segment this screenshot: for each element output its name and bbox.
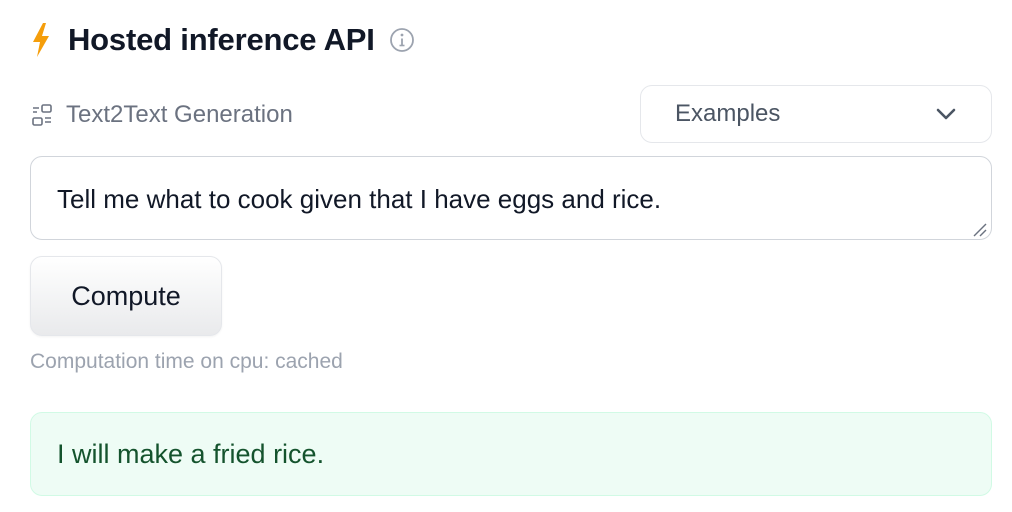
output-box: I will make a fried rice. <box>30 412 992 496</box>
resize-handle-icon[interactable] <box>970 220 988 238</box>
info-icon[interactable] <box>389 27 415 53</box>
compute-button[interactable]: Compute <box>30 256 222 336</box>
prompt-input[interactable]: Tell me what to cook given that I have e… <box>30 156 992 240</box>
lightning-bolt-icon <box>33 23 49 57</box>
task-label: Text2Text Generation <box>66 101 293 128</box>
chevron-down-icon <box>936 108 956 120</box>
inference-widget: Hosted inference API Text2Text Generatio… <box>0 0 1012 512</box>
examples-label: Examples <box>675 100 781 127</box>
task-type: Text2Text Generation <box>30 96 293 134</box>
widget-title: Hosted inference API <box>68 22 375 57</box>
output-text: I will make a fried rice. <box>57 438 325 469</box>
examples-dropdown[interactable]: Examples <box>640 85 992 143</box>
computation-time: Computation time on cpu: cached <box>30 350 343 373</box>
task-icon <box>32 104 52 126</box>
widget-header: Hosted inference API <box>30 18 415 62</box>
